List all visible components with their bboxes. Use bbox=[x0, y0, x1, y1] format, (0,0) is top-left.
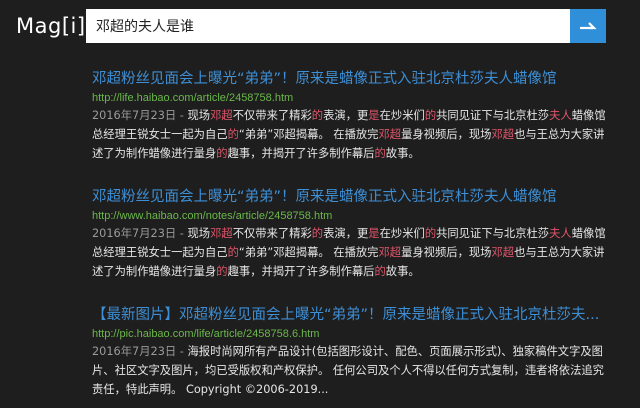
result-url[interactable]: http://life.haibao.com/article/2458758.h… bbox=[92, 90, 612, 106]
result-title[interactable]: 【最新图片】邓超粉丝见面会上曝光“弟弟”！原来是蜡像正式入驻北京杜莎夫... bbox=[92, 304, 612, 326]
search-input[interactable] bbox=[86, 9, 570, 43]
snippet-highlight: 邓超 bbox=[491, 246, 515, 259]
snippet-highlight: 夫人 bbox=[549, 227, 572, 240]
snippet-highlight: 的 bbox=[311, 227, 324, 240]
snippet-text: “弟弟”邓超揭幕。 在播放完 bbox=[238, 128, 379, 141]
snippet-date: 2016年7月23日 - bbox=[92, 227, 188, 240]
snippet-highlight: 夫人 bbox=[549, 109, 572, 122]
snippet-highlight: 的 bbox=[424, 227, 437, 240]
snippet-text: 共同见证下与北京杜莎 bbox=[436, 227, 550, 240]
snippet-text: 在炒米们 bbox=[379, 109, 425, 122]
header: Mag[i] bbox=[0, 0, 640, 56]
logo[interactable]: Mag[i] bbox=[16, 14, 86, 38]
snippet-text: “弟弟”邓超揭幕。 在播放完 bbox=[238, 246, 379, 259]
snippet-text: 趣事，并揭开了许多制作幕后 bbox=[227, 265, 375, 278]
snippet-text: 趣事，并揭开了许多制作幕后 bbox=[227, 147, 375, 160]
search-button[interactable] bbox=[570, 9, 606, 43]
snippet-text: 故事。 bbox=[385, 265, 420, 278]
snippet-text: 表演，更 bbox=[323, 109, 369, 122]
snippet-highlight: 邓超 bbox=[491, 128, 515, 141]
result-title[interactable]: 邓超粉丝见面会上曝光“弟弟”！原来是蜡像正式入驻北京杜莎夫人蜡像馆 bbox=[92, 68, 612, 90]
snippet-highlight: 的 bbox=[227, 246, 239, 259]
result-item: 邓超粉丝见面会上曝光“弟弟”！原来是蜡像正式入驻北京杜莎夫人蜡像馆 http:/… bbox=[92, 68, 612, 163]
snippet-text: 在炒米们 bbox=[379, 227, 425, 240]
result-title[interactable]: 邓超粉丝见面会上曝光“弟弟”！原来是蜡像正式入驻北京杜莎夫人蜡像馆 bbox=[92, 186, 612, 208]
snippet-text: 不仅带来了精彩 bbox=[232, 227, 312, 240]
result-item: 邓超粉丝见面会上曝光“弟弟”！原来是蜡像正式入驻北京杜莎夫人蜡像馆 http:/… bbox=[92, 186, 612, 281]
snippet-highlight: 邓超 bbox=[378, 246, 402, 259]
result-snippet: 2016年7月23日 - 海报时尚网所有产品设计(包括图形设计、配色、页面展示形… bbox=[92, 342, 612, 399]
snippet-highlight: 的 bbox=[374, 147, 386, 160]
snippet-highlight: 的 bbox=[311, 109, 324, 122]
snippet-text: 不仅带来了精彩 bbox=[232, 109, 312, 122]
snippet-text: 表演，更 bbox=[323, 227, 369, 240]
snippet-highlight: 的 bbox=[374, 265, 386, 278]
result-item: 【最新图片】邓超粉丝见面会上曝光“弟弟”！原来是蜡像正式入驻北京杜莎夫... h… bbox=[92, 304, 612, 399]
arrow-right-icon bbox=[580, 22, 597, 30]
snippet-text: 现场 bbox=[187, 227, 211, 240]
snippet-text: 量身视频后，现场 bbox=[401, 128, 492, 141]
snippet-highlight: 是 bbox=[368, 227, 380, 240]
snippet-highlight: 邓超 bbox=[210, 227, 233, 240]
snippet-highlight: 邓超 bbox=[378, 128, 402, 141]
snippet-highlight: 的 bbox=[216, 147, 228, 160]
result-url[interactable]: http://www.haibao.com/notes/article/2458… bbox=[92, 208, 612, 224]
snippet-text: 现场 bbox=[187, 109, 211, 122]
result-snippet: 2016年7月23日 - 现场邓超不仅带来了精彩的表演，更是在炒米们的共同见证下… bbox=[92, 106, 612, 163]
snippet-highlight: 邓超 bbox=[210, 109, 233, 122]
snippet-highlight: 的 bbox=[424, 109, 437, 122]
snippet-highlight: 是 bbox=[368, 109, 380, 122]
snippet-highlight: 的 bbox=[227, 128, 239, 141]
snippet-text: 量身视频后，现场 bbox=[401, 246, 492, 259]
snippet-text: 共同见证下与北京杜莎 bbox=[436, 109, 550, 122]
snippet-date: 2016年7月23日 - bbox=[92, 109, 188, 122]
result-snippet: 2016年7月23日 - 现场邓超不仅带来了精彩的表演，更是在炒米们的共同见证下… bbox=[92, 224, 612, 281]
result-url[interactable]: http://pic.haibao.com/life/article/24587… bbox=[92, 326, 612, 342]
snippet-date: 2016年7月23日 - bbox=[92, 345, 188, 358]
search-box[interactable] bbox=[86, 9, 570, 43]
snippet-highlight: 的 bbox=[216, 265, 228, 278]
snippet-text: 故事。 bbox=[385, 147, 420, 160]
